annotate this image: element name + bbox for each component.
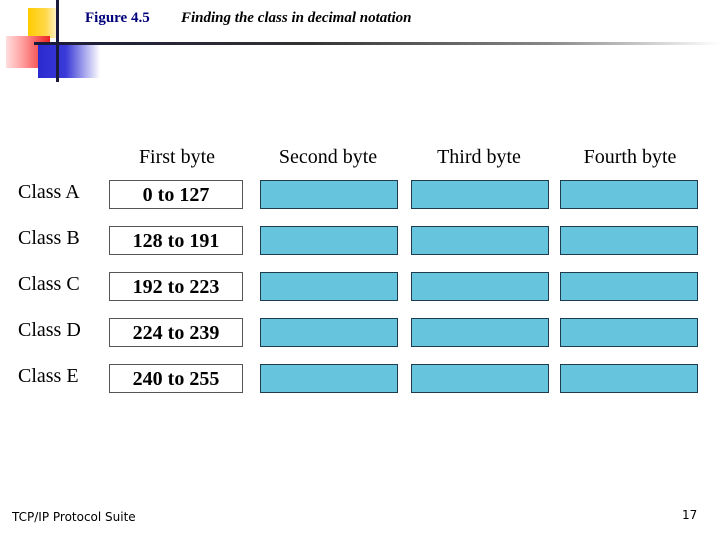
blue-square-decoration — [38, 44, 100, 78]
first-byte-range-box: 128 to 191 — [109, 226, 243, 255]
row-label-class: Class E — [18, 365, 79, 387]
column-header-first-byte: First byte — [138, 146, 216, 168]
column-header-second-byte: Second byte — [278, 146, 378, 168]
third-byte-box — [411, 272, 549, 301]
footer-title: TCP/IP Protocol Suite — [12, 510, 136, 524]
column-header-third-byte: Third byte — [437, 146, 521, 168]
yellow-square-decoration — [28, 8, 58, 38]
third-byte-box — [411, 226, 549, 255]
row-label-class: Class A — [18, 181, 80, 203]
vertical-line-decoration — [56, 0, 59, 82]
second-byte-box — [260, 318, 398, 347]
third-byte-box — [411, 318, 549, 347]
fourth-byte-box — [560, 180, 698, 209]
row-label-class: Class B — [18, 227, 80, 249]
second-byte-box — [260, 364, 398, 393]
column-header-fourth-byte: Fourth byte — [583, 146, 677, 168]
first-byte-range-box: 0 to 127 — [109, 180, 243, 209]
figure-title: Finding the class in decimal notation — [181, 10, 412, 26]
third-byte-box — [411, 180, 549, 209]
third-byte-box — [411, 364, 549, 393]
horizontal-rule — [34, 42, 720, 45]
page-number: 17 — [682, 508, 698, 522]
first-byte-range-box: 240 to 255 — [109, 364, 243, 393]
fourth-byte-box — [560, 272, 698, 301]
fourth-byte-box — [560, 364, 698, 393]
first-byte-range-box: 192 to 223 — [109, 272, 243, 301]
second-byte-box — [260, 272, 398, 301]
row-label-class: Class C — [18, 273, 80, 295]
first-byte-range-box: 224 to 239 — [109, 318, 243, 347]
fourth-byte-box — [560, 226, 698, 255]
second-byte-box — [260, 180, 398, 209]
figure-label: Figure 4.5 — [85, 10, 150, 26]
second-byte-box — [260, 226, 398, 255]
row-label-class: Class D — [18, 319, 81, 341]
fourth-byte-box — [560, 318, 698, 347]
